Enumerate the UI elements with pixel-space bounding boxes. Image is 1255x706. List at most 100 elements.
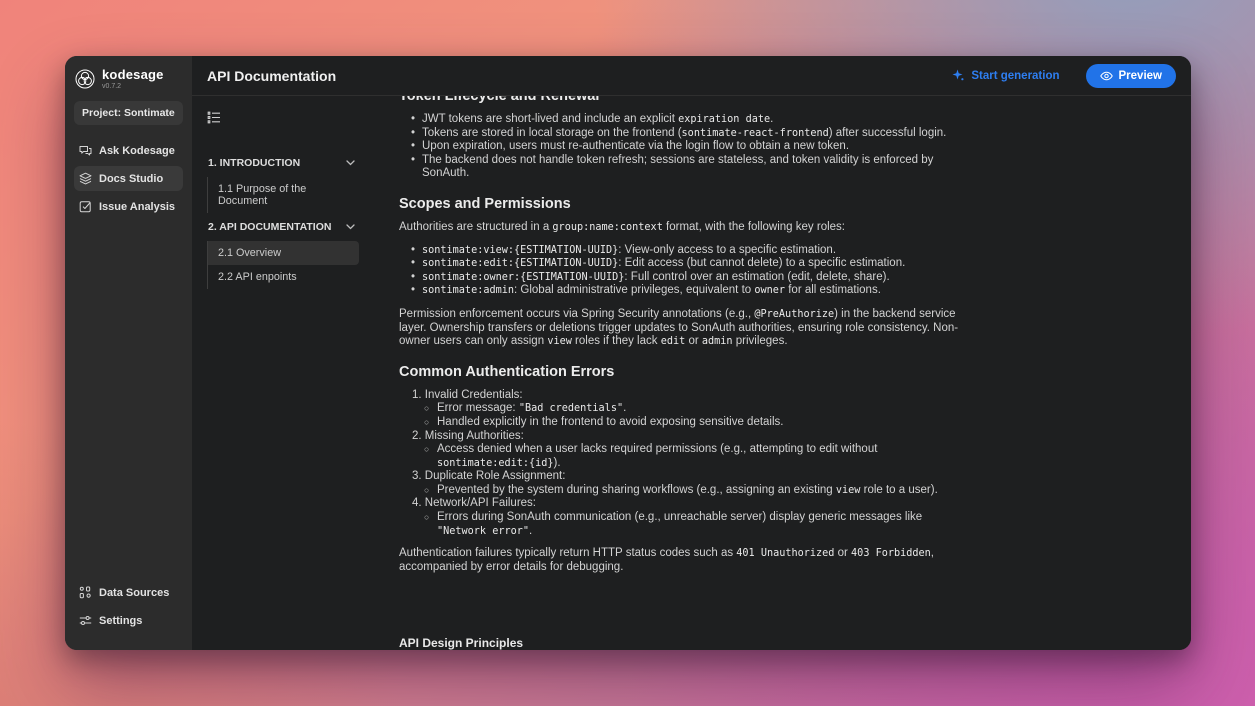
- doc-paragraph: Authentication failures typically return…: [399, 547, 959, 574]
- text-run: role to a user).: [860, 484, 937, 496]
- sidebar-item-label: Docs Studio: [99, 173, 163, 185]
- sidebar-bottom-nav: Data Sources Settings: [74, 580, 183, 636]
- toc-item-1-introduction[interactable]: 1. INTRODUCTION: [207, 149, 359, 177]
- kodesage-logo-icon: [74, 68, 96, 90]
- doc-numbered-item-title: Missing Authorities:: [412, 430, 524, 442]
- doc-sub-item: Error message: "Bad credentials".: [437, 402, 959, 416]
- data-sources-icon: [79, 586, 92, 599]
- doc-heading: API Design Principles: [399, 637, 959, 650]
- sparkle-icon: [952, 69, 965, 82]
- content-area: 1. INTRODUCTION 1.1 Purpose of the Docume…: [192, 96, 1191, 650]
- sidebar: kodesage v0.7.2 Project: Sontimate Ask K…: [65, 56, 192, 650]
- preview-button[interactable]: Preview: [1086, 64, 1176, 88]
- inline-code: sontimate:admin: [422, 285, 514, 296]
- inline-code: sontimate-react-frontend: [682, 128, 829, 139]
- toc-item-label: 2. API DOCUMENTATION: [208, 221, 331, 233]
- sidebar-item-label: Ask Kodesage: [99, 145, 175, 157]
- header-actions: Start generation Preview: [946, 64, 1176, 88]
- page-title: API Documentation: [207, 68, 336, 84]
- doc-numbered-item: Missing Authorities:Access denied when a…: [412, 430, 959, 471]
- doc-bullet-item: JWT tokens are short-lived and include a…: [422, 113, 959, 127]
- text-run: : Edit access (but cannot delete) to a s…: [618, 257, 905, 269]
- doc-bullet-item: sontimate:edit:{ESTIMATION-UUID}: Edit a…: [422, 257, 959, 271]
- toc-item-label: 2.2 API enpoints: [218, 271, 297, 283]
- toc-item-1-1-purpose-of-the-document[interactable]: 1.1 Purpose of the Document: [207, 177, 359, 213]
- text-run: .: [623, 402, 626, 414]
- project-selector[interactable]: Project: Sontimate: [74, 101, 183, 125]
- doc-bullet-item: sontimate:owner:{ESTIMATION-UUID}: Full …: [422, 271, 959, 285]
- sidebar-item-label: Issue Analysis: [99, 201, 175, 213]
- inline-code: edit: [661, 336, 686, 347]
- section-spacer: [399, 583, 959, 601]
- inline-code: owner: [754, 285, 785, 296]
- sliders-icon: [79, 614, 92, 627]
- toc-item-label: 2.1 Overview: [218, 247, 281, 259]
- inline-code: @PreAuthorize: [754, 309, 834, 320]
- doc-bullet-item: The backend does not handle token refres…: [422, 154, 959, 181]
- toc-item-label: 1.1 Purpose of the Document: [218, 183, 306, 207]
- sidebar-item-data-sources[interactable]: Data Sources: [74, 580, 183, 605]
- sidebar-item-docs-studio[interactable]: Docs Studio: [74, 166, 183, 191]
- inline-code: view: [836, 485, 861, 496]
- toc-item-2-api-documentation[interactable]: 2. API DOCUMENTATION: [207, 213, 359, 241]
- text-run: Authorities are structured in a: [399, 221, 552, 233]
- sidebar-spacer: [74, 222, 183, 580]
- start-generation-button[interactable]: Start generation: [946, 68, 1065, 83]
- doc-paragraph: Authorities are structured in a group:na…: [399, 221, 959, 235]
- inline-code: 401 Unauthorized: [736, 548, 834, 559]
- chevron-down-icon[interactable]: [346, 160, 355, 166]
- inline-code: admin: [702, 336, 733, 347]
- page-header: API Documentation Start generation: [192, 56, 1191, 96]
- doc-bullet-item: Tokens are stored in local storage on th…: [422, 127, 959, 141]
- doc-paragraph: Permission enforcement occurs via Spring…: [399, 308, 959, 349]
- layers-icon: [79, 172, 92, 185]
- text-run: .: [529, 525, 532, 537]
- text-run: or: [685, 335, 702, 347]
- doc-sub-item: Access denied when a user lacks required…: [437, 443, 959, 470]
- text-run: Error message:: [437, 402, 519, 414]
- text-run: Permission enforcement occurs via Spring…: [399, 308, 754, 320]
- text-run: : View-only access to a specific estimat…: [618, 244, 836, 256]
- text-run: for all estimations.: [785, 284, 881, 296]
- inline-code: view: [547, 336, 572, 347]
- main-area: API Documentation Start generation: [192, 56, 1191, 650]
- text-run: Access denied when a user lacks required…: [437, 443, 877, 455]
- doc-sub-list: Prevented by the system during sharing w…: [412, 484, 959, 498]
- sidebar-item-ask-kodesage[interactable]: Ask Kodesage: [74, 138, 183, 163]
- toc-item-2-2-api-enpoints[interactable]: 2.2 API enpoints: [207, 265, 359, 289]
- toc-list-icon[interactable]: [207, 111, 359, 124]
- text-run: : Full control over an estimation (edit,…: [624, 271, 889, 283]
- doc-sub-list: Error message: "Bad credentials".Handled…: [412, 402, 959, 429]
- document-body: Token Lifecycle and Renewal JWT tokens ar…: [369, 96, 987, 650]
- toc-item-2-1-overview[interactable]: 2.1 Overview: [207, 241, 359, 265]
- logo: kodesage v0.7.2: [74, 66, 183, 101]
- text-run: privileges.: [733, 335, 788, 347]
- text-run: .: [770, 113, 773, 125]
- doc-numbered-item: Network/API Failures: Errors during SonAu…: [412, 497, 959, 538]
- doc-sub-item: Prevented by the system during sharing w…: [437, 484, 959, 498]
- chevron-down-icon[interactable]: [346, 224, 355, 230]
- doc-heading: Token Lifecycle and Renewal: [399, 96, 959, 104]
- text-run: The backend does not handle token refres…: [422, 154, 933, 180]
- doc-heading: Scopes and Permissions: [399, 196, 959, 212]
- preview-label: Preview: [1119, 70, 1162, 82]
- doc-numbered-item-title: Network/API Failures:: [412, 497, 536, 509]
- doc-numbered-item-title: Duplicate Role Assignment:: [412, 470, 565, 482]
- text-run: Authentication failures typically return…: [399, 547, 736, 559]
- doc-numbered-item: Duplicate Role Assignment: Prevented by t…: [412, 470, 959, 497]
- inline-code: sontimate:view:{ESTIMATION-UUID}: [422, 245, 618, 256]
- doc-numbered-item: Invalid Credentials:Error message: "Bad …: [412, 389, 959, 430]
- text-run: Prevented by the system during sharing w…: [437, 484, 836, 496]
- doc-bullet-item: Upon expiration, users must re-authentic…: [422, 140, 959, 154]
- text-run: JWT tokens are short-lived and include a…: [422, 113, 678, 125]
- sidebar-item-issue-analysis[interactable]: Issue Analysis: [74, 194, 183, 219]
- sidebar-item-settings[interactable]: Settings: [74, 608, 183, 633]
- check-square-icon: [79, 200, 92, 213]
- doc-sub-item: Errors during SonAuth communication (e.g…: [437, 511, 959, 538]
- doc-bullet-list: sontimate:view:{ESTIMATION-UUID}: View-o…: [399, 244, 959, 298]
- doc-sub-list: Errors during SonAuth communication (e.g…: [412, 511, 959, 538]
- inline-code: sontimate:edit:{id}: [437, 458, 554, 469]
- sidebar-item-label: Settings: [99, 615, 142, 627]
- inline-code: sontimate:owner:{ESTIMATION-UUID}: [422, 272, 624, 283]
- app-name: kodesage: [102, 68, 164, 81]
